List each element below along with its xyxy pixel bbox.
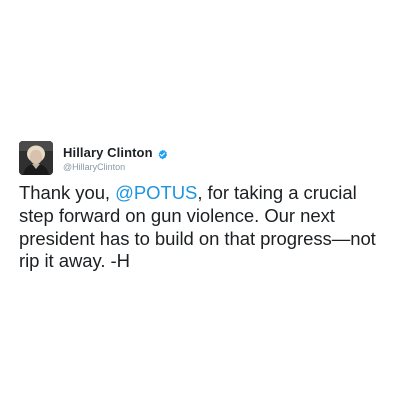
mention-link[interactable]: @POTUS bbox=[115, 182, 197, 203]
tweet-card: Hillary Clinton @HillaryClinton Thank yo… bbox=[0, 0, 400, 400]
profile-photo-icon bbox=[19, 141, 53, 175]
tweet-text-line1-rest: , for taking a crucial bbox=[197, 182, 357, 203]
author-info: Hillary Clinton @HillaryClinton bbox=[63, 145, 168, 172]
display-name[interactable]: Hillary Clinton bbox=[63, 145, 153, 160]
avatar[interactable] bbox=[19, 141, 53, 175]
tweet-header: Hillary Clinton @HillaryClinton bbox=[19, 141, 168, 175]
tweet-text-line2: step forward on gun violence. Our next bbox=[19, 204, 335, 226]
tweet-text-line4: rip it away. -H bbox=[19, 250, 130, 272]
tweet-text-line3: president has to build on that progress—… bbox=[19, 227, 376, 249]
tweet-text-start: Thank you, bbox=[19, 182, 116, 203]
verified-badge-icon bbox=[157, 147, 168, 160]
name-row: Hillary Clinton bbox=[63, 145, 168, 161]
handle[interactable]: @HillaryClinton bbox=[63, 162, 168, 172]
tweet-text: Thank you, @POTUS, for taking a crucial s… bbox=[19, 182, 389, 273]
